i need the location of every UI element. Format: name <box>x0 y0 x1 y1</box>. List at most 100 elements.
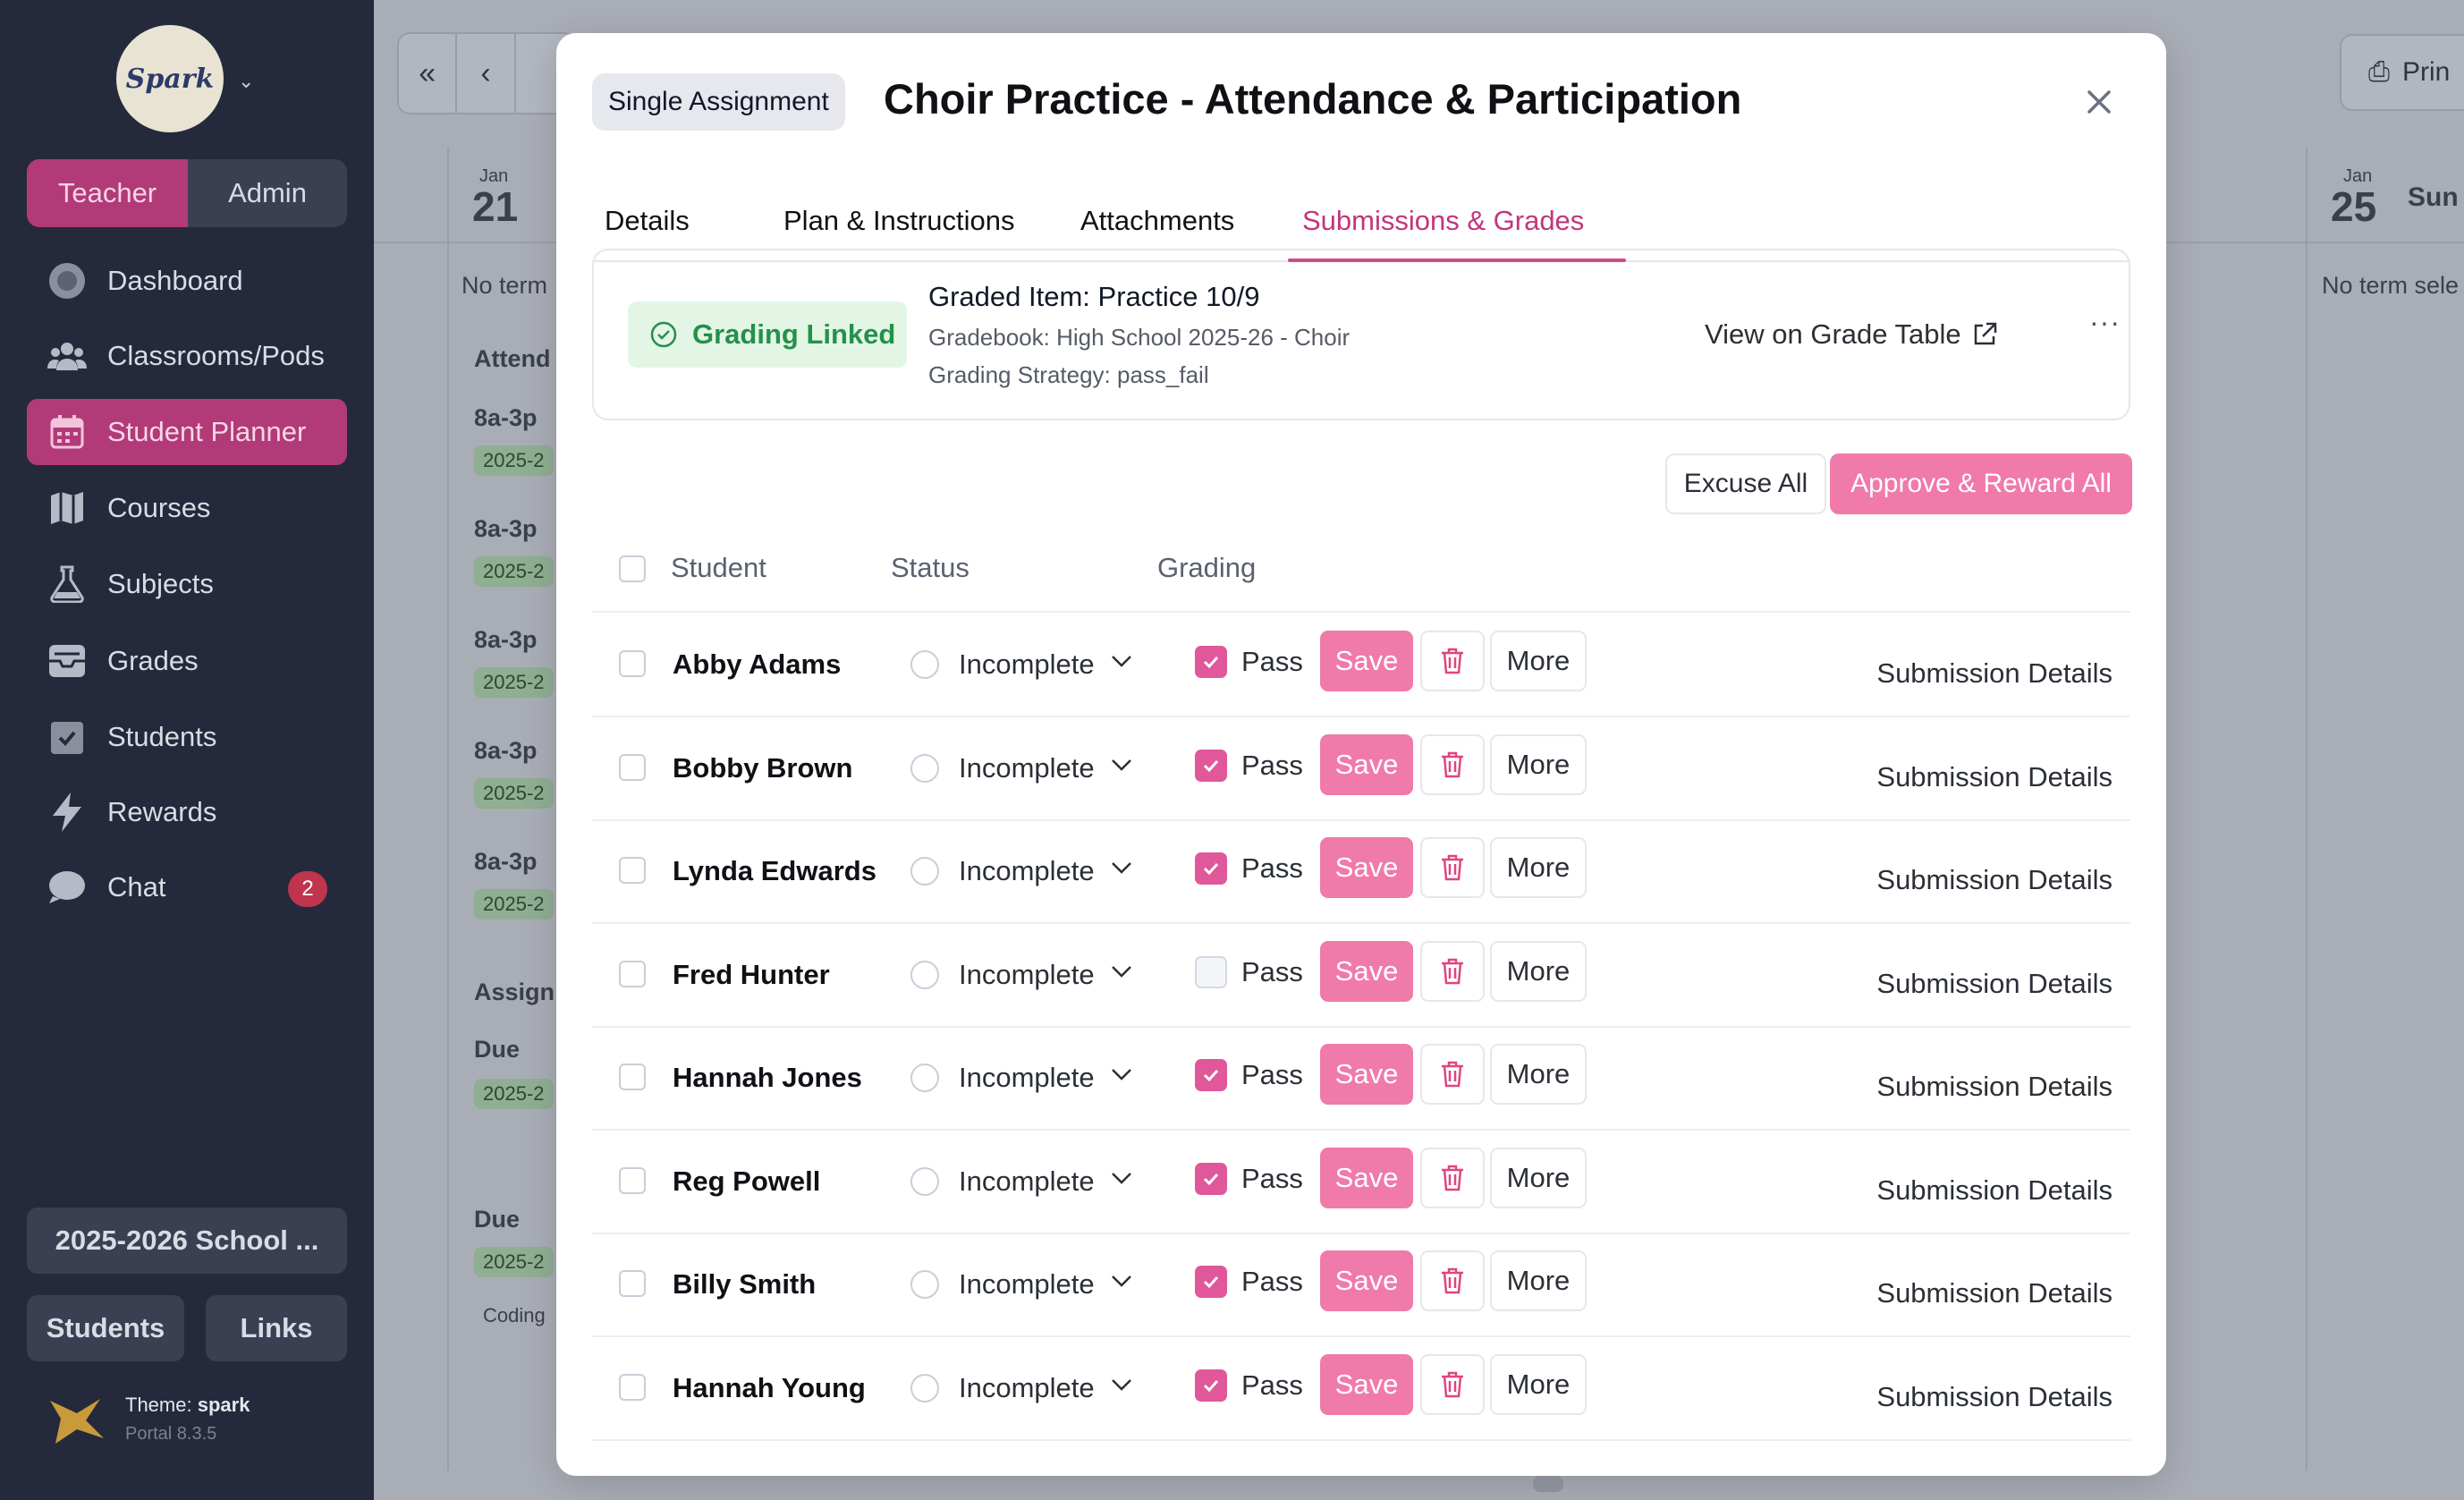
pass-checkbox[interactable] <box>1195 750 1227 782</box>
pass-checkbox[interactable] <box>1195 1163 1227 1195</box>
row-checkbox[interactable] <box>619 1167 646 1194</box>
excuse-all-button[interactable]: Excuse All <box>1665 453 1826 514</box>
status-radio[interactable] <box>910 857 939 886</box>
tab-plan-instructions[interactable]: Plan & Instructions <box>783 205 1014 237</box>
chevron-down-icon[interactable] <box>1109 648 1134 678</box>
save-button[interactable]: Save <box>1320 631 1413 691</box>
school-year-selector[interactable]: 2025-2026 School ... <box>27 1208 347 1274</box>
view-grade-table-link[interactable]: View on Grade Table <box>1705 318 1999 351</box>
pass-checkbox[interactable] <box>1195 1369 1227 1402</box>
status-select[interactable]: Incomplete <box>959 648 1095 681</box>
save-button[interactable]: Save <box>1320 837 1413 898</box>
tab-details[interactable]: Details <box>605 205 690 237</box>
delete-button[interactable] <box>1420 1354 1485 1415</box>
sidebar-item-chat[interactable]: Chat 2 <box>27 854 347 920</box>
tab-submissions-grades[interactable]: Submissions & Grades <box>1302 205 1584 237</box>
scrollbar-thumb[interactable] <box>1533 1476 1563 1492</box>
sidebar-item-students[interactable]: Students <box>27 704 347 770</box>
delete-button[interactable] <box>1420 837 1485 898</box>
select-all-checkbox[interactable] <box>619 555 646 582</box>
links-button[interactable]: Links <box>206 1295 347 1361</box>
status-radio[interactable] <box>910 754 939 783</box>
save-button[interactable]: Save <box>1320 734 1413 795</box>
row-checkbox[interactable] <box>619 1270 646 1297</box>
more-button[interactable]: More <box>1490 1044 1587 1105</box>
approve-reward-all-button[interactable]: Approve & Reward All <box>1830 453 2132 514</box>
status-select[interactable]: Incomplete <box>959 1372 1095 1404</box>
pass-checkbox[interactable] <box>1195 956 1227 988</box>
status-radio[interactable] <box>910 1270 939 1299</box>
submission-details-link[interactable]: Submission Details <box>1876 968 2113 1000</box>
delete-button[interactable] <box>1420 941 1485 1002</box>
status-radio[interactable] <box>910 1167 939 1196</box>
chevron-down-icon[interactable] <box>1109 1268 1134 1298</box>
chevron-down-icon[interactable] <box>1109 1165 1134 1195</box>
save-button[interactable]: Save <box>1320 941 1413 1002</box>
delete-button[interactable] <box>1420 1250 1485 1311</box>
submission-details-link[interactable]: Submission Details <box>1876 1381 2113 1413</box>
more-button[interactable]: More <box>1490 1250 1587 1311</box>
more-button[interactable]: More <box>1490 941 1587 1002</box>
delete-button[interactable] <box>1420 734 1485 795</box>
close-icon[interactable] <box>2077 80 2121 124</box>
chevron-down-icon[interactable]: ⌄ <box>238 70 254 93</box>
more-button[interactable]: More <box>1490 837 1587 898</box>
status-radio[interactable] <box>910 650 939 679</box>
row-checkbox[interactable] <box>619 1374 646 1401</box>
chevron-down-icon[interactable] <box>1109 855 1134 885</box>
status-select[interactable]: Incomplete <box>959 752 1095 784</box>
more-options-icon[interactable]: ··· <box>2089 306 2121 339</box>
app-logo[interactable]: Spark <box>116 25 224 132</box>
more-button[interactable]: More <box>1490 1148 1587 1208</box>
more-button[interactable]: More <box>1490 734 1587 795</box>
students-link-button[interactable]: Students <box>27 1295 184 1361</box>
save-button[interactable]: Save <box>1320 1354 1413 1415</box>
submission-details-link[interactable]: Submission Details <box>1876 761 2113 793</box>
status-select[interactable]: Incomplete <box>959 1062 1095 1094</box>
delete-button[interactable] <box>1420 1148 1485 1208</box>
sidebar-item-subjects[interactable]: Subjects <box>27 551 347 617</box>
status-radio[interactable] <box>910 1374 939 1403</box>
sidebar-item-classrooms[interactable]: Classrooms/Pods <box>27 323 347 389</box>
chevron-down-icon[interactable] <box>1109 959 1134 988</box>
sidebar-item-grades[interactable]: Grades <box>27 628 347 694</box>
save-button[interactable]: Save <box>1320 1250 1413 1311</box>
delete-button[interactable] <box>1420 631 1485 691</box>
row-checkbox[interactable] <box>619 857 646 884</box>
delete-button[interactable] <box>1420 1044 1485 1105</box>
status-select[interactable]: Incomplete <box>959 855 1095 887</box>
double-chevron-left-icon[interactable]: « <box>399 34 458 113</box>
submission-details-link[interactable]: Submission Details <box>1876 1277 2113 1309</box>
chevron-down-icon[interactable] <box>1109 752 1134 782</box>
pass-checkbox[interactable] <box>1195 646 1227 678</box>
pass-checkbox[interactable] <box>1195 1059 1227 1091</box>
pass-checkbox[interactable] <box>1195 1266 1227 1298</box>
submission-details-link[interactable]: Submission Details <box>1876 1071 2113 1103</box>
status-select[interactable]: Incomplete <box>959 959 1095 991</box>
chevron-down-icon[interactable] <box>1109 1062 1134 1091</box>
tab-attachments[interactable]: Attachments <box>1080 205 1234 237</box>
status-select[interactable]: Incomplete <box>959 1165 1095 1198</box>
row-checkbox[interactable] <box>619 650 646 677</box>
row-checkbox[interactable] <box>619 961 646 987</box>
sidebar-item-dashboard[interactable]: Dashboard <box>27 248 347 314</box>
sidebar-item-rewards[interactable]: Rewards <box>27 779 347 845</box>
role-teacher[interactable]: Teacher <box>27 159 188 227</box>
status-radio[interactable] <box>910 1064 939 1092</box>
more-button[interactable]: More <box>1490 1354 1587 1415</box>
chevron-down-icon[interactable] <box>1109 1372 1134 1402</box>
print-button[interactable]: ⎙ Prin <box>2340 34 2464 111</box>
submission-details-link[interactable]: Submission Details <box>1876 864 2113 896</box>
status-radio[interactable] <box>910 961 939 989</box>
save-button[interactable]: Save <box>1320 1044 1413 1105</box>
sidebar-item-student-planner[interactable]: Student Planner <box>27 399 347 465</box>
submission-details-link[interactable]: Submission Details <box>1876 657 2113 690</box>
sidebar-item-courses[interactable]: Courses <box>27 475 347 541</box>
role-admin[interactable]: Admin <box>188 159 347 227</box>
pass-checkbox[interactable] <box>1195 852 1227 885</box>
submission-details-link[interactable]: Submission Details <box>1876 1174 2113 1207</box>
more-button[interactable]: More <box>1490 631 1587 691</box>
status-select[interactable]: Incomplete <box>959 1268 1095 1301</box>
row-checkbox[interactable] <box>619 1064 646 1090</box>
row-checkbox[interactable] <box>619 754 646 781</box>
